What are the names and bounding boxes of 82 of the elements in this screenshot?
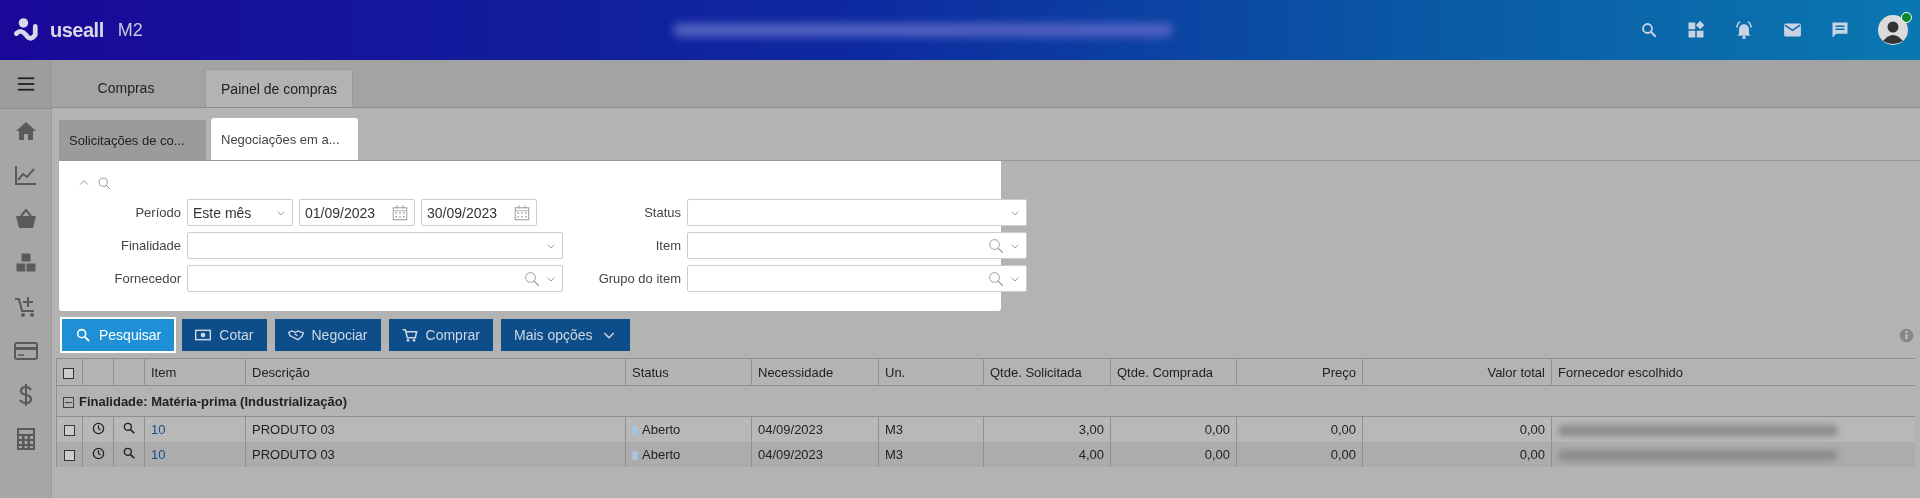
basket-icon[interactable] (13, 207, 38, 231)
input-field[interactable] (687, 265, 1027, 292)
field-label: Período (134, 205, 181, 220)
handshake-icon (287, 327, 304, 343)
column-header: Item (144, 358, 246, 386)
input-field[interactable] (687, 199, 1027, 226)
table-cell: 0,00 (1236, 416, 1363, 442)
boxes-icon[interactable] (13, 251, 38, 275)
table-cell: 04/09/2023 (751, 416, 879, 442)
toolbar-button[interactable]: Comprar (388, 319, 493, 351)
clock-icon[interactable] (91, 446, 105, 460)
cart-icon (401, 327, 418, 343)
toolbar-button[interactable]: Pesquisar (62, 319, 175, 351)
search-icon[interactable] (1640, 21, 1658, 39)
collapse-toggle[interactable] (63, 396, 74, 408)
table-cell: 3,00 (983, 416, 1111, 442)
toolbar-button[interactable]: Cotar (182, 319, 267, 351)
input-field[interactable]: 30/09/2023 (421, 199, 537, 226)
logo-text: useall (50, 18, 104, 42)
avatar[interactable] (1878, 15, 1908, 45)
column-header: Necessidade (751, 358, 879, 386)
table-cell: 0,00 (1110, 416, 1237, 442)
table-cell: 04/09/2023 (751, 442, 879, 467)
column-header: Status (625, 358, 752, 386)
table-cell: 4,00 (983, 442, 1111, 467)
status-text: Aberto (642, 422, 681, 437)
field-label: Fornecedor (113, 271, 181, 286)
checkbox[interactable] (64, 450, 75, 462)
info-icon (1899, 327, 1914, 343)
checkbox[interactable] (63, 367, 74, 379)
input-field[interactable] (187, 265, 563, 292)
column-header: Qtde. Comprada (1110, 358, 1237, 386)
mail-icon[interactable] (1783, 22, 1802, 38)
table-cell: M3 (878, 442, 984, 467)
bell-icon[interactable] (1734, 20, 1754, 40)
tab[interactable]: Negociações em a... (211, 118, 358, 160)
table-cell: M3 (878, 416, 984, 442)
status-text: Aberto (642, 447, 681, 462)
column-header: Un. (878, 358, 984, 386)
toolbar-button[interactable]: Negociar (274, 319, 381, 351)
tab[interactable]: Painel de compras (205, 69, 353, 107)
column-header: Descrição (245, 358, 626, 386)
table-cell: 0,00 (1362, 416, 1552, 442)
field-label: Grupo do item (597, 271, 681, 286)
chart-icon[interactable] (13, 163, 38, 187)
table-cell: 0,00 (1110, 442, 1237, 467)
table-cell: 0,00 (1236, 442, 1363, 467)
search-icon[interactable] (122, 421, 136, 435)
search-icon[interactable] (122, 446, 136, 460)
column-header: Valor total (1362, 358, 1552, 386)
field-label: Finalidade (120, 238, 181, 253)
tab[interactable]: Solicitações de co... (59, 120, 206, 160)
field-value: 01/09/2023 (305, 204, 377, 221)
table-cell: PRODUTO 03 (245, 416, 626, 442)
item-link[interactable]: 10 (151, 422, 166, 437)
clock-icon[interactable] (91, 421, 105, 435)
field-label: Status (643, 205, 681, 220)
input-field[interactable] (687, 232, 1027, 259)
field-label: Item (654, 238, 681, 253)
column-header: Preço (1236, 358, 1363, 386)
table-cell: PRODUTO 03 (245, 442, 626, 467)
input-field[interactable] (187, 232, 563, 259)
input-field[interactable]: 01/09/2023 (299, 199, 415, 226)
table-cell: 0,00 (1362, 442, 1552, 467)
calendar-icon[interactable] (513, 203, 531, 222)
column-header: Fornecedor escolhido (1551, 358, 1915, 386)
chat-icon[interactable] (1831, 21, 1849, 39)
checkbox[interactable] (64, 425, 75, 437)
column-header: Qtde. Solicitada (983, 358, 1111, 386)
widgets-icon[interactable] (1687, 21, 1705, 39)
group-label: Finalidade: Matéria-prima (Industrialização) (79, 393, 347, 409)
input-field[interactable]: Este mês (187, 199, 293, 226)
calendar-icon[interactable] (391, 203, 409, 222)
banknote-icon (195, 327, 212, 343)
search-icon (75, 327, 91, 343)
toolbar-button[interactable]: Mais opções (501, 319, 630, 351)
field-value: Este mês (193, 204, 253, 221)
tab[interactable]: Compras (52, 69, 200, 107)
item-link[interactable]: 10 (151, 447, 166, 462)
logo-suffix: M2 (117, 19, 143, 41)
credit-card-icon[interactable] (13, 339, 38, 363)
field-value: 30/09/2023 (427, 204, 499, 221)
